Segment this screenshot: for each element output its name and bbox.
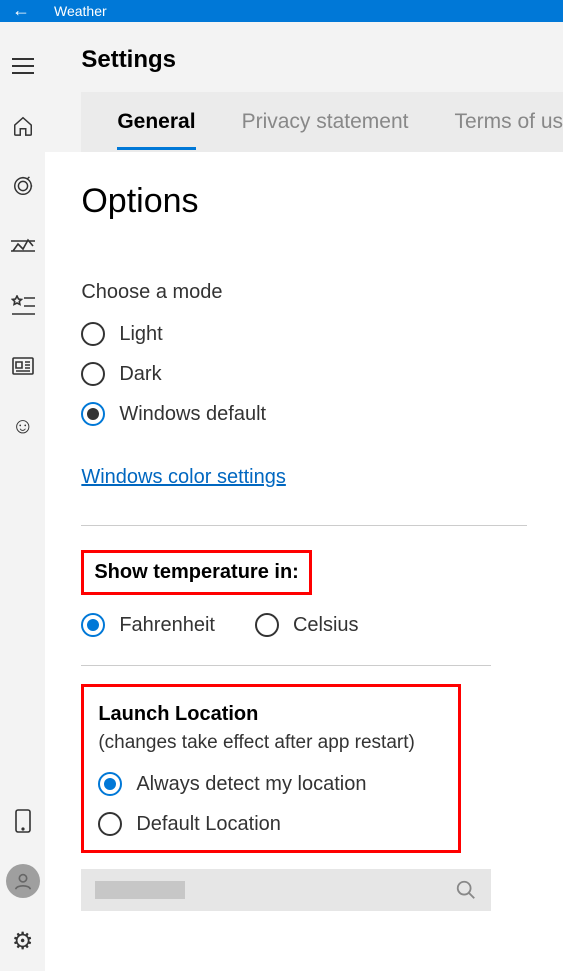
radio-label: Dark bbox=[119, 363, 161, 386]
sidebar-account[interactable] bbox=[0, 851, 45, 911]
tab-terms[interactable]: Terms of us bbox=[454, 110, 563, 134]
radio-dark[interactable]: Dark bbox=[81, 362, 527, 386]
gear-icon: ⚙ bbox=[12, 927, 34, 956]
radio-light[interactable]: Light bbox=[81, 322, 527, 346]
sidebar-favorites[interactable] bbox=[0, 276, 45, 336]
radio-label: Fahrenheit bbox=[119, 614, 215, 637]
home-icon bbox=[12, 115, 34, 137]
options-heading: Options bbox=[81, 182, 527, 221]
radio-default-location[interactable]: Default Location bbox=[98, 812, 444, 836]
tab-general[interactable]: General bbox=[117, 110, 195, 134]
temp-label: Show temperature in: bbox=[94, 561, 298, 584]
radio-icon bbox=[81, 402, 105, 426]
hamburger-menu[interactable] bbox=[0, 36, 45, 96]
target-icon bbox=[12, 175, 34, 197]
radio-label: Light bbox=[119, 323, 162, 346]
hamburger-icon bbox=[12, 58, 34, 74]
radio-icon bbox=[98, 772, 122, 796]
radio-fahrenheit[interactable]: Fahrenheit bbox=[81, 613, 215, 637]
radio-icon bbox=[98, 812, 122, 836]
radio-icon bbox=[81, 362, 105, 386]
sidebar-feedback[interactable]: ☺ bbox=[0, 396, 45, 456]
star-list-icon bbox=[11, 295, 35, 317]
radio-label: Windows default bbox=[119, 403, 266, 426]
chart-icon bbox=[11, 237, 35, 255]
page-title: Settings bbox=[81, 46, 563, 74]
smile-icon: ☺ bbox=[11, 413, 33, 439]
app-title: Weather bbox=[54, 3, 107, 19]
back-icon[interactable]: ← bbox=[12, 1, 30, 19]
sidebar-chart[interactable] bbox=[0, 216, 45, 276]
search-input[interactable] bbox=[81, 869, 491, 911]
radio-icon bbox=[255, 613, 279, 637]
radio-windows-default[interactable]: Windows default bbox=[81, 402, 527, 426]
divider bbox=[81, 665, 491, 666]
sidebar-home[interactable] bbox=[0, 96, 45, 156]
radio-label: Default Location bbox=[136, 813, 281, 836]
content-header: Settings General Privacy statement Terms… bbox=[45, 22, 563, 152]
sidebar-target[interactable] bbox=[0, 156, 45, 216]
sidebar-news[interactable] bbox=[0, 336, 45, 396]
mode-label: Choose a mode bbox=[81, 281, 527, 304]
radio-celsius[interactable]: Celsius bbox=[255, 613, 359, 637]
tabs: General Privacy statement Terms of us bbox=[81, 92, 563, 152]
mobile-icon bbox=[15, 809, 31, 833]
search-placeholder bbox=[95, 881, 185, 899]
avatar-icon bbox=[6, 864, 40, 898]
launch-subtitle: (changes take effect after app restart) bbox=[98, 732, 444, 754]
search-icon bbox=[455, 879, 477, 901]
sidebar-settings[interactable]: ⚙ bbox=[0, 911, 45, 971]
launch-title: Launch Location bbox=[98, 703, 444, 726]
page-body: Options Choose a mode Light Dark Windows… bbox=[45, 152, 563, 971]
color-settings-link[interactable]: Windows color settings bbox=[81, 466, 286, 489]
radio-detect-location[interactable]: Always detect my location bbox=[98, 772, 444, 796]
sidebar-mobile[interactable] bbox=[0, 791, 45, 851]
divider bbox=[81, 525, 527, 526]
radio-icon bbox=[81, 322, 105, 346]
highlight-box: Show temperature in: bbox=[81, 550, 311, 595]
radio-label: Celsius bbox=[293, 614, 359, 637]
radio-label: Always detect my location bbox=[136, 773, 366, 796]
title-bar: ← Weather bbox=[0, 0, 563, 22]
launch-highlight: Launch Location (changes take effect aft… bbox=[81, 684, 461, 853]
radio-icon bbox=[81, 613, 105, 637]
news-icon bbox=[12, 357, 34, 375]
sidebar: ☺ ⚙ bbox=[0, 22, 45, 971]
tab-privacy[interactable]: Privacy statement bbox=[242, 110, 409, 134]
